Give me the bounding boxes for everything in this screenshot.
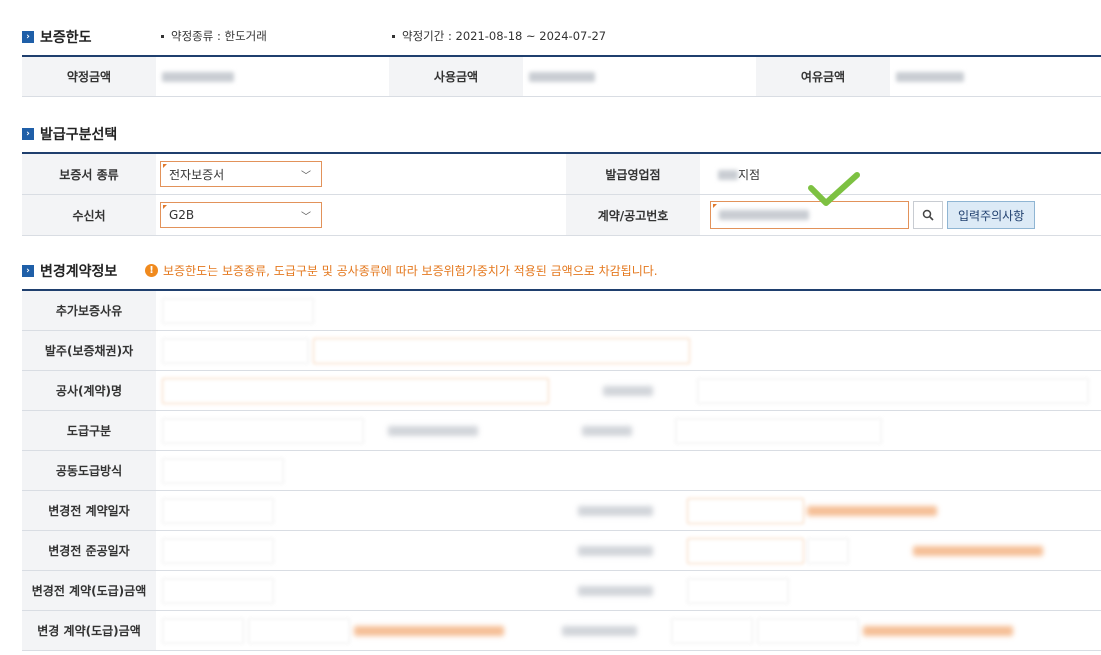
row-value <box>156 450 1101 491</box>
row-value <box>156 370 1101 411</box>
row-label: 변경전 계약일자 <box>22 490 156 531</box>
contract-type-info: 약정종류 : 한도거래 <box>161 28 267 44</box>
contract-amount-value <box>156 55 389 97</box>
chevron-down-icon: ﹀ <box>301 212 311 223</box>
section-title-limit-label: 보증한도 <box>40 30 92 46</box>
used-amount-label: 사용금액 <box>389 55 523 97</box>
spare-amount-label: 여유금액 <box>756 55 890 97</box>
recipient-select[interactable]: G2B ﹀ <box>160 202 322 228</box>
contract-no-cell: 입력주의사항 <box>700 194 1101 236</box>
limit-warning-text: 보증한도는 보증종류, 도급구분 및 공사종류에 따라 보증위험가중치가 적용된… <box>163 264 658 278</box>
check-mark-icon <box>808 172 860 206</box>
warning-icon: ! <box>145 264 158 277</box>
recipient-cell: G2B ﹀ <box>156 194 566 236</box>
section-title-change-label: 변경계약정보 <box>40 264 118 280</box>
limit-warning: ! 보증한도는 보증종류, 도급구분 및 공사종류에 따라 보증위험가중치가 적… <box>145 262 658 279</box>
section-arrow-icon: › <box>22 265 34 277</box>
search-button[interactable] <box>913 201 943 229</box>
row-value <box>156 530 1101 571</box>
contract-amount-label: 약정금액 <box>22 55 156 97</box>
row-label: 변경전 준공일자 <box>22 530 156 571</box>
guarantee-type-label: 보증서 종류 <box>22 152 156 195</box>
row-value <box>156 490 1101 531</box>
row-value <box>156 410 1101 451</box>
row-label: 공사(계약)명 <box>22 370 156 411</box>
recipient-value: G2B <box>169 208 195 222</box>
recipient-label: 수신처 <box>22 194 156 236</box>
branch-suffix: 지점 <box>738 167 761 182</box>
issue-table: 보증서 종류 전자보증서 ﹀ 발급영업점 지점 수신처 G2B ﹀ 계약/공고번… <box>22 152 1101 236</box>
guarantee-type-cell: 전자보증서 ﹀ <box>156 152 566 195</box>
section-arrow-icon: › <box>22 128 34 140</box>
guarantee-type-value: 전자보증서 <box>169 167 225 182</box>
row-value <box>156 289 1101 331</box>
chevron-down-icon: ﹀ <box>301 171 311 182</box>
spare-amount-value <box>890 55 1101 97</box>
search-icon <box>922 209 934 221</box>
contract-period-info: 약정기간 : 2021-08-18 ~ 2024-07-27 <box>392 28 606 44</box>
input-notice-button[interactable]: 입력주의사항 <box>947 201 1036 229</box>
guarantee-type-select[interactable]: 전자보증서 ﹀ <box>160 161 322 187</box>
section-title-issue-label: 발급구분선택 <box>40 127 118 143</box>
limit-table: 약정금액 사용금액 여유금액 <box>22 55 1101 97</box>
row-label: 발주(보증채권)자 <box>22 330 156 371</box>
contract-no-label: 계약/공고번호 <box>566 194 700 236</box>
row-label: 변경전 계약(도급)금액 <box>22 570 156 611</box>
row-label: 변경 계약(도급)금액 <box>22 610 156 651</box>
used-amount-value <box>523 55 756 97</box>
row-value <box>156 330 1101 371</box>
row-label: 추가보증사유 <box>22 289 156 331</box>
section-title-limit: › 보증한도 <box>22 27 92 47</box>
section-title-issue: › 발급구분선택 <box>22 124 117 144</box>
row-value <box>156 610 1101 651</box>
issue-branch-label: 발급영업점 <box>566 152 700 195</box>
issue-branch-value: 지점 <box>700 152 1101 195</box>
row-label: 도급구분 <box>22 410 156 451</box>
row-value <box>156 570 1101 611</box>
section-arrow-icon: › <box>22 31 34 43</box>
change-table: 추가보증사유 발주(보증채권)자 공사(계약)명 도급구분 공동도급방식 변경전… <box>22 289 1101 651</box>
row-label: 공동도급방식 <box>22 450 156 491</box>
section-title-change: › 변경계약정보 <box>22 261 117 281</box>
